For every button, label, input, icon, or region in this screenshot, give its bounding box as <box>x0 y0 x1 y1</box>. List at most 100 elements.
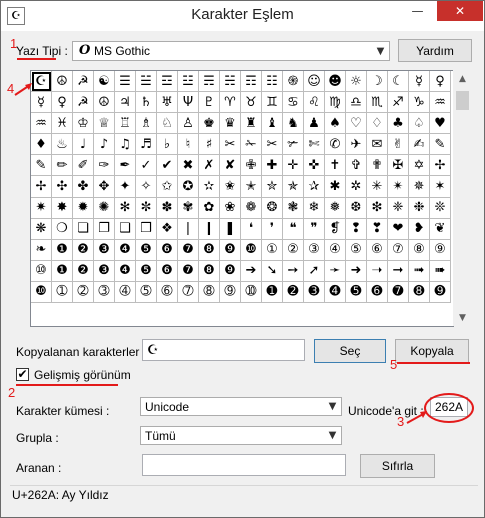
char-cell[interactable]: ❘ <box>178 218 199 240</box>
char-cell[interactable]: ✩ <box>157 176 178 198</box>
char-cell[interactable]: ✍ <box>409 134 430 156</box>
char-cell[interactable]: ⑨ <box>430 239 451 261</box>
char-cell[interactable]: ❁ <box>241 197 262 219</box>
char-cell[interactable]: ✹ <box>73 197 94 219</box>
char-cell[interactable]: ✆ <box>325 134 346 156</box>
char-cell[interactable]: ➛ <box>325 260 346 282</box>
char-cell[interactable]: ❄ <box>304 197 325 219</box>
char-cell[interactable]: ✎ <box>430 134 451 156</box>
char-cell[interactable]: ❃ <box>283 197 304 219</box>
char-cell[interactable]: ✰ <box>304 176 325 198</box>
char-cell[interactable]: ☿ <box>409 71 430 93</box>
char-cell[interactable]: ֍ <box>283 71 304 93</box>
char-cell[interactable]: ➘ <box>262 260 283 282</box>
char-cell[interactable]: ✮ <box>262 176 283 198</box>
char-cell[interactable]: ☯ <box>94 71 115 93</box>
char-cell[interactable]: ☭ <box>73 92 94 114</box>
scroll-down-icon[interactable]: ▼ <box>453 309 472 326</box>
scrollbar-thumb[interactable] <box>456 91 469 110</box>
char-cell[interactable]: ♐ <box>388 92 409 114</box>
char-cell[interactable]: ✈ <box>346 134 367 156</box>
char-cell[interactable]: ➇ <box>199 281 220 304</box>
char-cell[interactable]: Ψ <box>178 92 199 114</box>
char-cell[interactable]: ✺ <box>94 197 115 219</box>
char-cell[interactable]: ♎ <box>346 92 367 114</box>
char-cell[interactable]: ♖ <box>115 113 136 135</box>
char-cell[interactable]: ✫ <box>199 176 220 198</box>
char-cell[interactable]: ❞ <box>304 218 325 240</box>
char-cell[interactable]: ✼ <box>136 197 157 219</box>
char-cell[interactable]: ✶ <box>430 176 451 198</box>
char-cell[interactable]: ➌ <box>304 281 325 304</box>
char-cell[interactable]: ③ <box>304 239 325 261</box>
minimize-button[interactable]: — <box>404 1 431 21</box>
char-cell[interactable]: ✭ <box>241 176 262 198</box>
char-cell[interactable]: ❤ <box>388 218 409 240</box>
char-cell[interactable]: ❻ <box>157 239 178 261</box>
char-cell[interactable]: ♢ <box>367 113 388 135</box>
char-cell[interactable]: ✬ <box>220 176 241 198</box>
char-cell[interactable]: ➙ <box>283 260 304 282</box>
char-cell[interactable]: ❏ <box>73 218 94 240</box>
char-cell[interactable]: ❺ <box>136 239 157 261</box>
char-cell[interactable]: ❷ <box>73 239 94 261</box>
char-cell[interactable]: ➆ <box>178 281 199 304</box>
char-cell[interactable]: ♨ <box>52 134 73 156</box>
char-cell[interactable]: ♉ <box>241 92 262 114</box>
char-cell[interactable]: ✷ <box>31 197 52 219</box>
char-cell[interactable]: ➋ <box>283 281 304 304</box>
char-cell[interactable]: ➎ <box>346 281 367 304</box>
char-cell[interactable]: ✧ <box>136 176 157 198</box>
char-cell[interactable]: ♤ <box>409 113 430 135</box>
char-cell[interactable]: ① <box>262 239 283 261</box>
char-cell[interactable]: ✐ <box>73 155 94 177</box>
char-cell[interactable]: ♝ <box>262 113 283 135</box>
char-cell[interactable]: ♈ <box>220 92 241 114</box>
char-cell[interactable]: ✲ <box>346 176 367 198</box>
char-cell[interactable]: ♋ <box>283 92 304 114</box>
char-cell[interactable]: ☲ <box>157 71 178 93</box>
char-cell[interactable]: ❶ <box>52 260 73 282</box>
help-button[interactable]: Yardım <box>398 39 472 62</box>
char-cell[interactable]: ❅ <box>325 197 346 219</box>
close-button[interactable]: ✕ <box>437 1 483 21</box>
selected-char-cell[interactable]: ☪ <box>31 71 52 93</box>
char-cell[interactable]: ✛ <box>283 155 304 177</box>
char-cell[interactable]: ✖ <box>178 155 199 177</box>
copy-button[interactable]: Kopyala <box>395 339 469 363</box>
char-cell[interactable]: ✏ <box>52 155 73 177</box>
char-cell[interactable]: ➁ <box>73 281 94 304</box>
char-cell[interactable]: ➊ <box>262 281 283 304</box>
char-cell[interactable]: ♊ <box>262 92 283 114</box>
char-cell[interactable]: ✪ <box>178 176 199 198</box>
char-cell[interactable]: ❶ <box>52 239 73 261</box>
char-cell[interactable]: ♭ <box>157 134 178 156</box>
char-cell[interactable]: ♮ <box>178 134 199 156</box>
char-cell[interactable]: ➜ <box>346 260 367 282</box>
char-cell[interactable]: ❹ <box>115 239 136 261</box>
char-cell[interactable]: ☽ <box>367 71 388 93</box>
char-cell[interactable]: ❽ <box>199 239 220 261</box>
char-cell[interactable]: ② <box>283 239 304 261</box>
char-cell[interactable]: ☴ <box>199 71 220 93</box>
char-cell[interactable]: ✘ <box>220 155 241 177</box>
char-cell[interactable]: ♩ <box>73 134 94 156</box>
char-cell[interactable]: ♣ <box>388 113 409 135</box>
char-cell[interactable]: ✜ <box>304 155 325 177</box>
char-cell[interactable]: ♅ <box>157 92 178 114</box>
char-cell[interactable]: ☭ <box>73 71 94 93</box>
charset-dropdown[interactable]: Unicode ▼ <box>140 397 342 416</box>
char-cell[interactable]: ♌ <box>304 92 325 114</box>
char-cell[interactable]: ♍ <box>325 92 346 114</box>
char-cell[interactable]: ✌ <box>388 134 409 156</box>
char-cell[interactable]: ❥ <box>409 218 430 240</box>
char-cell[interactable]: ☱ <box>136 71 157 93</box>
char-cell[interactable]: ✄ <box>304 134 325 156</box>
char-cell[interactable]: ✙ <box>241 155 262 177</box>
char-cell[interactable]: ❿ <box>241 239 262 261</box>
char-cell[interactable]: ♄ <box>136 92 157 114</box>
char-cell[interactable]: ♠ <box>325 113 346 135</box>
char-cell[interactable]: ✒ <box>115 155 136 177</box>
char-cell[interactable]: ➅ <box>157 281 178 304</box>
char-cell[interactable]: ♒ <box>31 113 52 135</box>
